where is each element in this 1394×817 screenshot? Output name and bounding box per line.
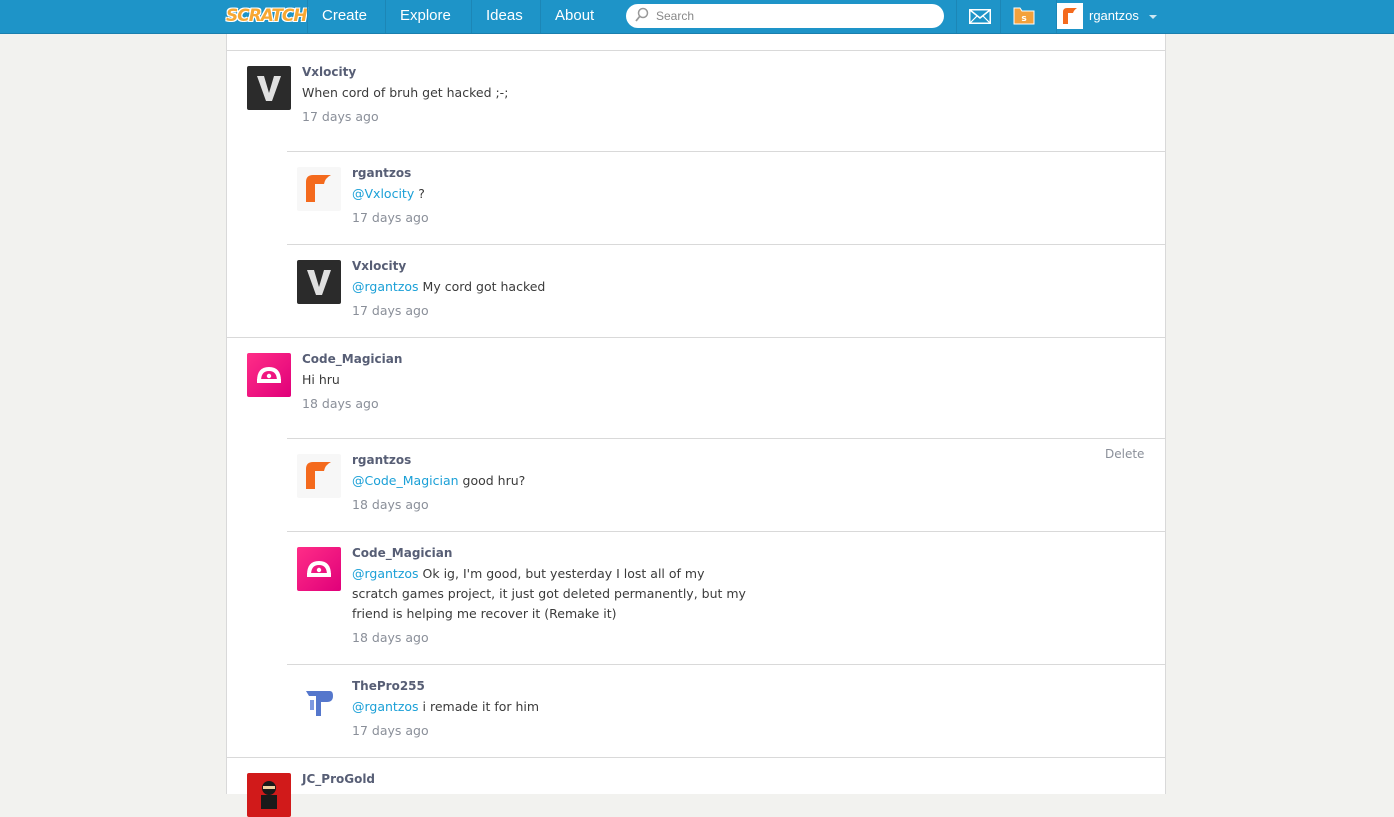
comment-text: @rgantzos i remade it for him — [352, 697, 752, 717]
comment-time: 18 days ago — [302, 396, 379, 411]
nav-explore[interactable]: Explore — [385, 0, 465, 33]
divider — [287, 151, 1165, 152]
avatar-vxlocity[interactable] — [247, 66, 291, 110]
nav-ideas[interactable]: Ideas — [471, 0, 537, 33]
nav-create[interactable]: Create — [307, 0, 381, 33]
comment-body: i remade it for him — [418, 699, 540, 714]
my-stuff-button[interactable]: s — [1000, 0, 1045, 33]
comment-time: 17 days ago — [352, 723, 429, 738]
comment-text: @Code_Magician good hru? — [352, 471, 752, 491]
avatar-thepro255[interactable] — [297, 680, 341, 724]
comment-author[interactable]: Code_Magician — [352, 546, 452, 560]
folder-icon: s — [1013, 7, 1035, 29]
comment-author[interactable]: ThePro255 — [352, 679, 425, 693]
delete-button[interactable]: Delete — [1105, 447, 1144, 461]
comment-body: Hi hru — [302, 372, 340, 387]
comment-time: 17 days ago — [352, 303, 429, 318]
avatar-rgantzos[interactable] — [297, 167, 341, 211]
comment-time: 17 days ago — [302, 109, 379, 124]
messages-button[interactable] — [956, 0, 1001, 33]
scratch-logo[interactable]: SCRATCH — [226, 4, 308, 28]
comment-text: When cord of bruh get hacked ;-; — [302, 83, 702, 103]
search-icon — [634, 7, 650, 27]
divider — [227, 757, 1165, 758]
comment-author[interactable]: Vxlocity — [302, 65, 356, 79]
avatar-code-magician[interactable] — [297, 547, 341, 591]
comment-time: 17 days ago — [352, 210, 429, 225]
divider — [287, 664, 1165, 665]
mention-link[interactable]: @rgantzos — [352, 699, 419, 714]
comment-author[interactable]: Code_Magician — [302, 352, 402, 366]
comment-text: Hi hru — [302, 370, 702, 390]
divider — [227, 337, 1165, 338]
comment-time: 18 days ago — [352, 497, 429, 512]
comments-panel: Vxlocity When cord of bruh get hacked ;-… — [226, 33, 1166, 817]
top-navigation-bar: SCRATCH Create Explore Ideas About s rga… — [0, 0, 1394, 34]
comment-author[interactable]: JC_ProGold — [302, 772, 375, 786]
comment-author[interactable]: rgantzos — [352, 166, 411, 180]
comment-author[interactable]: rgantzos — [352, 453, 411, 467]
mention-link[interactable]: @rgantzos — [352, 279, 419, 294]
mention-link[interactable]: @Vxlocity — [352, 186, 414, 201]
mention-link[interactable]: @rgantzos — [352, 566, 419, 581]
avatar-jc-progold[interactable] — [247, 773, 291, 817]
comment-body: My cord got hacked — [418, 279, 546, 294]
search-input[interactable] — [656, 6, 932, 26]
divider — [227, 50, 1165, 51]
username-label: rgantzos — [1089, 8, 1139, 23]
comment-text: @Vxlocity ? — [352, 184, 752, 204]
svg-text:s: s — [1021, 14, 1026, 24]
account-menu[interactable]: rgantzos — [1056, 0, 1167, 33]
comment-body: When cord of bruh get hacked ;-; — [302, 85, 509, 100]
mail-icon — [969, 9, 991, 28]
avatar-vxlocity[interactable] — [297, 260, 341, 304]
chevron-down-icon — [1149, 15, 1157, 19]
search-bar[interactable] — [626, 4, 944, 28]
divider — [287, 531, 1165, 532]
avatar-code-magician[interactable] — [247, 353, 291, 397]
comment-body: ? — [414, 186, 425, 201]
comment-body: good hru? — [458, 473, 526, 488]
comment-text: @rgantzos Ok ig, I'm good, but yesterday… — [352, 564, 752, 624]
mention-link[interactable]: @Code_Magician — [352, 473, 459, 488]
comment-time: 18 days ago — [352, 630, 429, 645]
divider — [287, 244, 1165, 245]
divider — [287, 438, 1165, 439]
comment-text: @rgantzos My cord got hacked — [352, 277, 752, 297]
comment-author[interactable]: Vxlocity — [352, 259, 406, 273]
user-avatar — [1057, 3, 1083, 29]
avatar-rgantzos[interactable] — [297, 454, 341, 498]
nav-about[interactable]: About — [540, 0, 608, 33]
